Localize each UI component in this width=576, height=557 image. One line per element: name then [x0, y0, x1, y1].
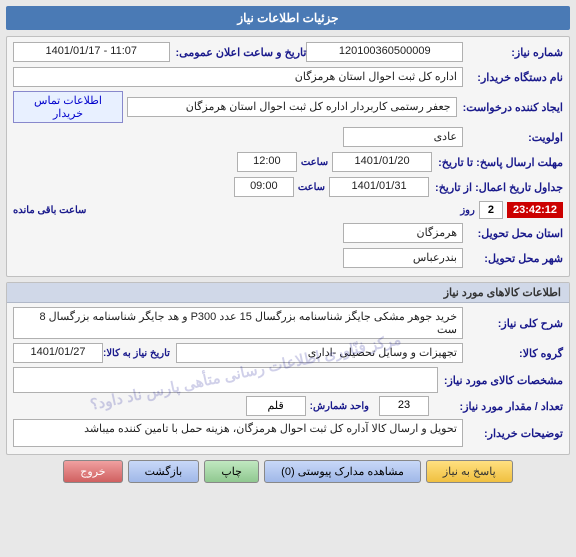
gorohe-kala-value: تجهیزات و وسایل تحصیلی -اداری: [176, 343, 463, 363]
avoliyat-value: عادی: [343, 127, 463, 147]
jadval-label: جداول تاریخ اعمال: از تاریخ:: [429, 181, 563, 194]
khoroj-button[interactable]: خروج: [63, 460, 122, 483]
section-kala-header: اطلاعات کالاهای مورد نیاز: [7, 283, 569, 303]
avoliyat-row: اولویت: عادی: [13, 126, 563, 148]
tarikh-value: 1401/01/17 - 11:07: [13, 42, 170, 62]
shahr-tahvil-label: شهر محل تحویل:: [463, 252, 563, 265]
tedad-label: تعداد / مقدار مورد نیاز:: [433, 400, 563, 413]
ostan-tahvil-row: استان محل تحویل: هرمزگان: [13, 222, 563, 244]
tozi-row: توضیحات خریدار: تحویل و ارسال کالا آداره…: [13, 419, 563, 447]
gorohe-kala-row: گروه کالا: تجهیزات و وسایل تحصیلی -اداری…: [13, 342, 563, 364]
vahed-label: واحد شمارش:: [310, 401, 369, 412]
section-niyaz-body: شماره نیاز: 120100360500009 تاریخ و ساعت…: [7, 37, 569, 276]
mohlat-ersal-row: مهلت ارسال پاسخ: تا تاریخ: 1401/01/20 سا…: [13, 151, 563, 173]
shomare-niyaz-value: 120100360500009: [306, 42, 463, 62]
avoliyat-label: اولویت:: [463, 131, 563, 144]
ostan-tahvil-label: استان محل تحویل:: [463, 227, 563, 240]
shahr-tahvil-value: بندرعباس: [343, 248, 463, 268]
countdown-day-value: 2: [479, 201, 503, 219]
shahr-tahvil-row: شهر محل تحویل: بندرعباس: [13, 247, 563, 269]
page-header: جزئیات اطلاعات نیاز: [6, 6, 570, 30]
moshakhasat-value: [13, 367, 438, 393]
page-title: جزئیات اطلاعات نیاز: [237, 11, 338, 25]
countdown-label: ساعت باقی مانده: [13, 205, 86, 216]
tozi-label: توضیحات خریدار:: [463, 427, 563, 440]
section-niyaz-info: شماره نیاز: 120100360500009 تاریخ و ساعت…: [6, 36, 570, 277]
moshakhasat-row: مشخصات کالای مورد نیاز:: [13, 367, 563, 393]
tarikh-niyaz-value: 1401/01/27: [13, 343, 103, 363]
shomare-niyaz-label: شماره نیاز:: [463, 46, 563, 59]
jadval-saat-value: 09:00: [234, 177, 294, 197]
jadval-date: 1401/01/31: [329, 177, 429, 197]
pasokh-button[interactable]: پاسخ به نیاز: [426, 460, 513, 483]
tarikh-label: تاریخ و ساعت اعلان عمومی:: [170, 46, 307, 59]
moshakhasat-label: مشخصات کالای مورد نیاز:: [438, 374, 563, 387]
sharkh-label: شرح کلی نیاز:: [463, 317, 563, 330]
nam-dastgah-value: اداره کل ثبت احوال استان هرمزگان: [13, 67, 463, 87]
ostan-tahvil-value: هرمزگان: [343, 223, 463, 243]
tozi-value: تحویل و ارسال کالا آداره کل ثبت احوال هر…: [13, 419, 463, 447]
sharkh-row: شرح کلی نیاز: خرید جوهر مشکی جایگز شناسن…: [13, 307, 563, 339]
ijad-konande-row: ایجاد کننده درخواست: جعفر رستمی کاربردار…: [13, 91, 563, 123]
shomare-niyaz-row: شماره نیاز: 120100360500009 تاریخ و ساعت…: [13, 41, 563, 63]
moshahedeh-button[interactable]: مشاهده مدارک پیوستی (0): [264, 460, 421, 483]
ijad-konande-label: ایجاد کننده درخواست:: [457, 101, 563, 114]
nam-dastgah-row: نام دستگاه خریدار: اداره کل ثبت احوال اس…: [13, 66, 563, 88]
section-kala-info: اطلاعات کالاهای مورد نیاز شرح کلی نیاز: …: [6, 282, 570, 455]
vahed-value: قلم: [246, 396, 306, 416]
jadval-row: جداول تاریخ اعمال: از تاریخ: 1401/01/31 …: [13, 176, 563, 198]
sharkh-value: خرید جوهر مشکی جایگز شناسنامه بزرگسال 15…: [13, 307, 463, 339]
countdown-day-label: روز: [460, 205, 475, 216]
mohlat-saat-label: ساعت: [301, 157, 328, 168]
tedad-row: تعداد / مقدار مورد نیاز: 23 واحد شمارش: …: [13, 396, 563, 416]
gorohe-kala-label: گروه کالا:: [463, 347, 563, 360]
section-kala-body: شرح کلی نیاز: خرید جوهر مشکی جایگز شناسن…: [7, 303, 569, 454]
mohlat-date: 1401/01/20: [332, 152, 432, 172]
mohlat-saat-value: 12:00: [237, 152, 297, 172]
jadval-saat-label: ساعت: [298, 182, 325, 193]
button-row: پاسخ به نیاز مشاهده مدارک پیوستی (0) چاپ…: [6, 460, 570, 483]
chap-button[interactable]: چاپ: [204, 460, 259, 483]
ijad-konande-value: جعفر رستمی کاربردار اداره کل ثبت احوال ا…: [127, 97, 457, 117]
countdown-time: 23:42:12: [507, 202, 563, 218]
tarikh-niyaz-label: تاریخ نیاز به کالا:: [103, 348, 170, 359]
tedad-value: 23: [379, 396, 429, 416]
countdown-row: 23:42:12 2 روز ساعت باقی مانده: [13, 201, 563, 219]
ittela-tamas-btn[interactable]: اطلاعات تماس خریدار: [13, 91, 123, 123]
bazgasht-button[interactable]: بازگشت: [128, 460, 200, 483]
mohlat-ersal-label: مهلت ارسال پاسخ: تا تاریخ:: [432, 156, 563, 169]
nam-dastgah-label: نام دستگاه خریدار:: [463, 71, 563, 84]
